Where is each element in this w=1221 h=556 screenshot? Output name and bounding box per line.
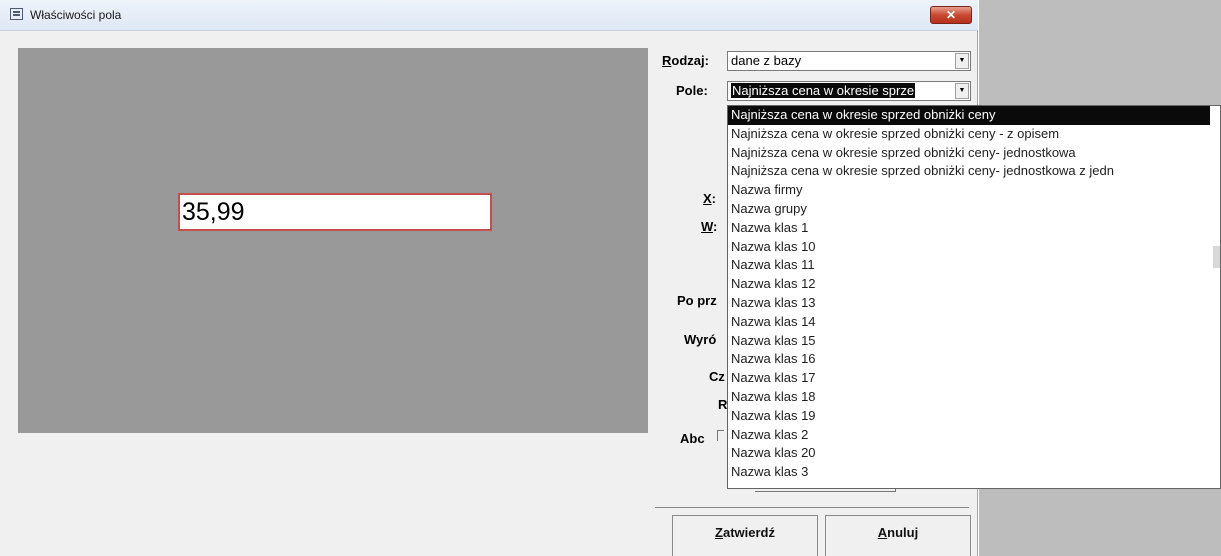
dropdown-item[interactable]: Nazwa klas 3 — [728, 463, 1220, 482]
dropdown-item[interactable]: Nazwa firmy — [728, 181, 1220, 200]
czcionka-label: Cz — [709, 369, 725, 384]
dropdown-item[interactable]: Nazwa klas 13 — [728, 294, 1220, 313]
rodzaj-label-rest: odzaj: — [671, 53, 709, 68]
confirm-button-label: atwierdź — [722, 525, 775, 540]
window-title: Właściwości pola — [30, 8, 122, 22]
abc-checkbox[interactable] — [717, 430, 724, 441]
w-label: W: — [701, 219, 717, 234]
dropdown-item[interactable]: Najniższa cena w okresie sprzed obniżki … — [728, 125, 1220, 144]
abc-label: Abc — [680, 431, 705, 446]
dropdown-item[interactable]: Nazwa klas 2 — [728, 426, 1220, 445]
button-separator — [655, 507, 969, 508]
dropdown-item[interactable]: Nazwa klas 20 — [728, 444, 1220, 463]
wyroznienie-label: Wyró — [684, 332, 717, 347]
rodzaj-label: Rodzaj: — [662, 53, 709, 68]
x-label-rest: : — [711, 191, 717, 206]
dropdown-item[interactable]: Najniższa cena w okresie sprzed obniżki … — [728, 106, 1220, 125]
w-label-accel: W — [701, 219, 714, 234]
dropdown-item[interactable]: Nazwa klas 10 — [728, 238, 1220, 257]
dropdown-items: Najniższa cena w okresie sprzed obniżki … — [728, 106, 1220, 482]
title-bar: Właściwości pola ✕ — [0, 0, 978, 31]
rodzaj-select-value: dane z bazy — [731, 53, 802, 68]
pole-dropdown-list[interactable]: Najniższa cena w okresie sprzed obniżki … — [727, 105, 1221, 489]
rodzaj-dropdown-arrow-icon[interactable]: ▼ — [955, 53, 969, 69]
cancel-button-label: nuluj — [887, 525, 919, 540]
close-button[interactable]: ✕ — [930, 6, 972, 24]
pole-label: Pole: — [676, 83, 708, 98]
cancel-button-accel: A — [877, 525, 888, 540]
pole-select[interactable]: Najniższa cena w okresie sprze ▼ — [727, 81, 971, 101]
r-label: R — [718, 397, 728, 412]
dropdown-item[interactable]: Najniższa cena w okresie sprzed obniżki … — [728, 144, 1220, 163]
pole-dropdown-arrow-icon[interactable]: ▼ — [955, 83, 969, 99]
dropdown-item[interactable]: Nazwa klas 15 — [728, 332, 1220, 351]
x-label-accel: X — [703, 191, 712, 206]
dropdown-item[interactable]: Nazwa grupy — [728, 200, 1220, 219]
dropdown-item[interactable]: Nazwa klas 14 — [728, 313, 1220, 332]
field-preview-area: 35,99 — [18, 48, 648, 433]
dropdown-item[interactable]: Najniższa cena w okresie sprzed obniżki … — [728, 162, 1220, 181]
dropdown-item[interactable]: Nazwa klas 17 — [728, 369, 1220, 388]
dropdown-scroll-thumb[interactable] — [1213, 246, 1220, 268]
preview-field[interactable]: 35,99 — [178, 193, 492, 231]
w-label-rest: : — [713, 219, 718, 234]
dropdown-item[interactable]: Nazwa klas 16 — [728, 350, 1220, 369]
dropdown-item[interactable]: Nazwa klas 1 — [728, 219, 1220, 238]
dropdown-item[interactable]: Nazwa klas 11 — [728, 256, 1220, 275]
confirm-button-accel: Z — [715, 525, 723, 540]
x-label: X: — [703, 191, 716, 206]
po-przeliczeniu-label: Po prz — [677, 293, 717, 308]
confirm-button[interactable]: Zatwierdź — [672, 515, 818, 556]
dropdown-item[interactable]: Nazwa klas 18 — [728, 388, 1220, 407]
pole-select-value: Najniższa cena w okresie sprze — [731, 83, 916, 98]
dropdown-item[interactable]: Nazwa klas 19 — [728, 407, 1220, 426]
cancel-button[interactable]: Anuluj — [825, 515, 971, 556]
window-app-icon — [10, 8, 23, 20]
rodzaj-select[interactable]: dane z bazy ▼ — [727, 51, 971, 71]
rodzaj-label-accel: R — [662, 53, 672, 68]
dropdown-scrollbar[interactable] — [1210, 106, 1220, 488]
dropdown-item[interactable]: Nazwa klas 12 — [728, 275, 1220, 294]
